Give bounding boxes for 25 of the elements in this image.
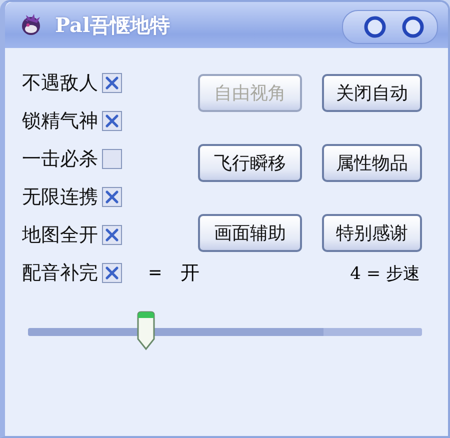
action-button[interactable]: 画面辅助 xyxy=(198,214,302,252)
action-button[interactable]: 属性物品 xyxy=(322,144,422,182)
action-button[interactable]: 飞行瞬移 xyxy=(198,144,302,182)
speed-text: 4 = 步速 xyxy=(350,262,420,284)
checkbox[interactable] xyxy=(102,263,122,283)
equals-sign: = xyxy=(148,263,162,283)
option-label: 地图全开 xyxy=(22,223,98,248)
state-text: 开 xyxy=(180,261,200,286)
slider-thumb[interactable] xyxy=(136,311,156,351)
action-button[interactable]: 特别感谢 xyxy=(322,214,422,252)
circle-icon[interactable] xyxy=(401,15,425,39)
checkbox[interactable] xyxy=(102,111,122,131)
circle-icon[interactable] xyxy=(363,15,387,39)
checkbox[interactable] xyxy=(102,149,122,169)
checkbox[interactable] xyxy=(102,187,122,207)
action-button[interactable]: 关闭自动 xyxy=(322,74,422,112)
option-label: 锁精气神 xyxy=(22,109,98,134)
checkbox[interactable] xyxy=(102,225,122,245)
window-title: Pal吾惬地特 xyxy=(55,12,172,38)
option-label: 一击必杀 xyxy=(22,147,98,172)
option-label: 无限连携 xyxy=(22,185,98,210)
option-label: 配音补完 xyxy=(22,261,98,286)
creature-icon xyxy=(19,13,43,37)
option-label: 不遇敌人 xyxy=(22,71,98,96)
checkbox[interactable] xyxy=(102,73,122,93)
